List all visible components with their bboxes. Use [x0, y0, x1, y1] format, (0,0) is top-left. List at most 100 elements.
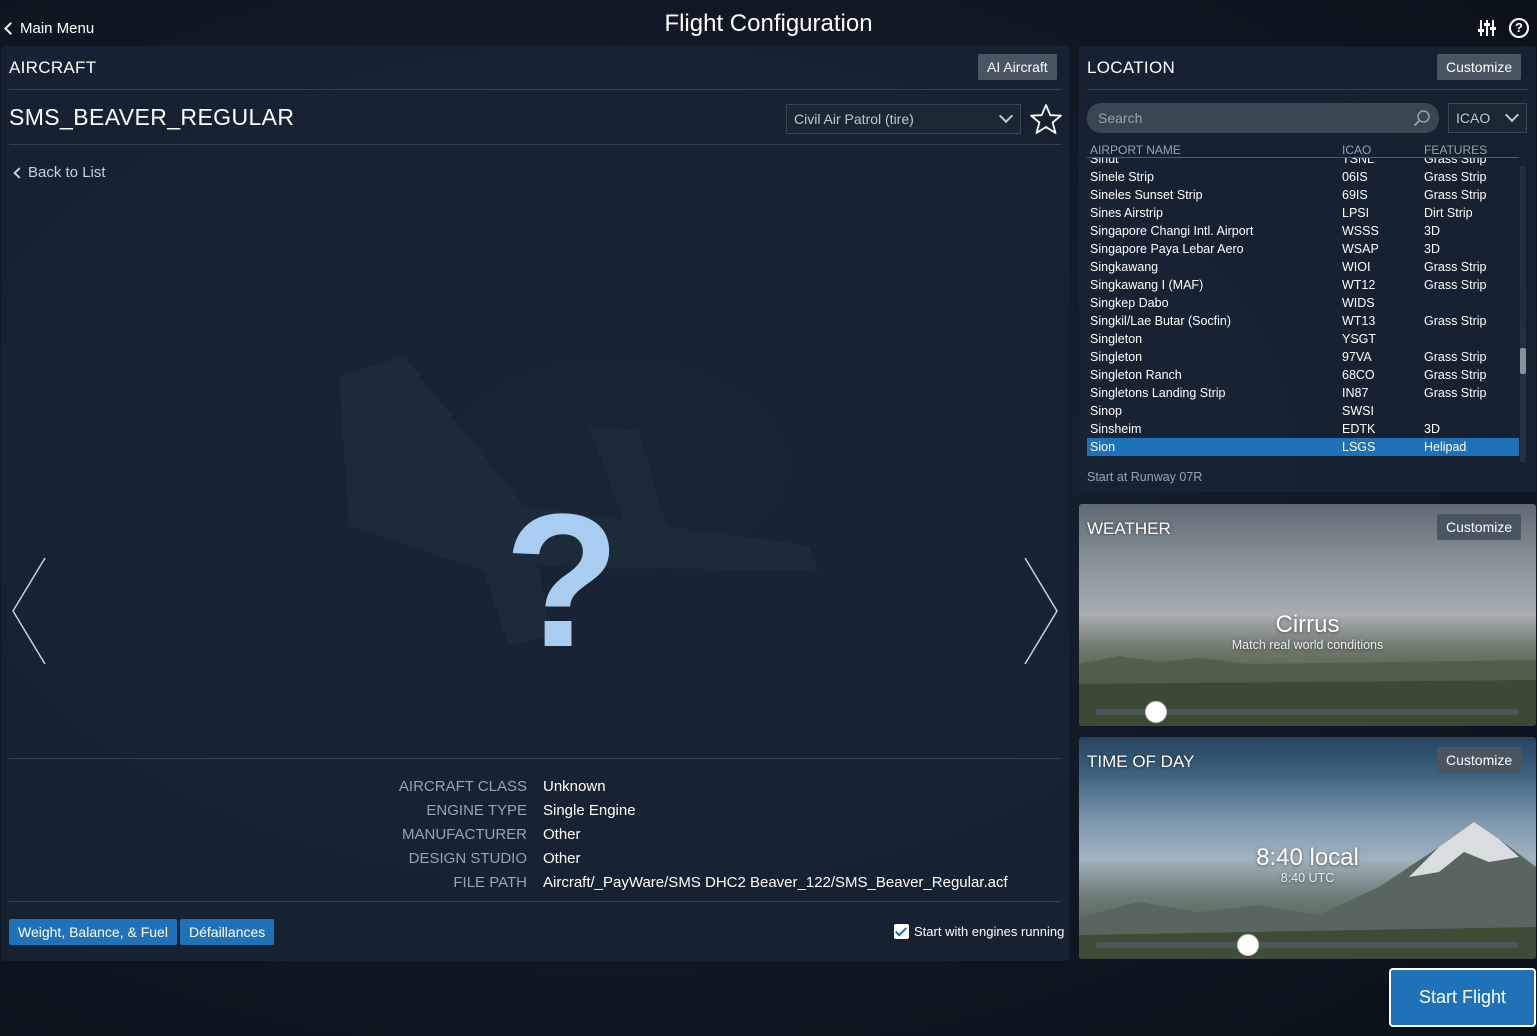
weather-customize-button[interactable]: Customize [1437, 514, 1522, 540]
search-icon[interactable] [1413, 109, 1431, 127]
airport-name-cell: Sinop [1090, 404, 1122, 418]
livery-value: Civil Air Patrol (tire) [794, 111, 914, 127]
airport-features-cell: Grass Strip [1424, 170, 1487, 184]
help-icon[interactable]: ? [1509, 18, 1529, 38]
weather-panel: WEATHER Customize Cirrus Match real worl… [1079, 504, 1536, 726]
airport-row[interactable]: Sinele Strip 06IS Grass Strip [1087, 168, 1519, 186]
airport-name-cell: Singletons Landing Strip [1090, 386, 1226, 400]
start-flight-button[interactable]: Start Flight [1389, 968, 1536, 1027]
aircraft-name: SMS_BEAVER_REGULAR [9, 104, 295, 130]
spec-row: DESIGN STUDIO Other [1, 850, 1069, 874]
column-header-features[interactable]: FEATURES [1424, 143, 1487, 157]
airport-icao-cell: LPSI [1342, 206, 1370, 220]
airport-list-scrollbar[interactable] [1520, 166, 1526, 462]
airport-features-cell: Grass Strip [1424, 350, 1487, 364]
favorite-star-icon[interactable] [1029, 103, 1063, 137]
airport-icao-cell: 69IS [1342, 188, 1368, 202]
airport-row[interactable]: Singkil/Lae Butar (Socfin) WT13 Grass Stri… [1087, 312, 1519, 330]
ai-aircraft-button[interactable]: AI Aircraft [978, 54, 1057, 80]
airport-icao-cell: WSAP [1342, 242, 1379, 256]
airport-row[interactable]: Singkawang WIOI Grass Strip [1087, 258, 1519, 276]
spec-value: Unknown [543, 778, 606, 795]
scrollbar-thumb[interactable] [1520, 348, 1526, 374]
livery-select[interactable]: Civil Air Patrol (tire) [786, 104, 1021, 134]
search-mode-select[interactable]: ICAO [1448, 103, 1527, 133]
airport-row[interactable]: Sinut TSNL Grass Strip [1087, 158, 1519, 168]
weather-header: WEATHER Customize [1079, 504, 1536, 550]
preview-placeholder: ? [504, 475, 621, 687]
airport-row[interactable]: Singletons Landing Strip IN87 Grass Strip [1087, 384, 1519, 402]
time-of-day-slider[interactable] [1095, 934, 1519, 956]
airport-row[interactable]: Singleton YSGT [1087, 330, 1519, 348]
airport-name-cell: Singleton [1090, 350, 1143, 364]
airport-row[interactable]: Sinsheim EDTK 3D [1087, 420, 1519, 438]
divider [9, 758, 1061, 759]
divider [9, 89, 1061, 90]
airport-row[interactable]: Sines Airstrip LPSI Dirt Strip [1087, 204, 1519, 222]
chevron-down-icon [1504, 107, 1520, 123]
airport-name-cell: Singkil/Lae Butar (Socfin) [1090, 314, 1232, 328]
spec-row: MANUFACTURER Other [1, 826, 1069, 850]
airport-name-cell: Sinut [1090, 158, 1119, 166]
location-section-title: LOCATION [1087, 58, 1176, 77]
airport-name-cell: Sinsheim [1090, 422, 1142, 436]
engines-running-checkbox[interactable] [894, 924, 909, 939]
page-title: Flight Configuration [664, 10, 873, 37]
failures-button[interactable]: Défaillances [180, 919, 275, 945]
airport-features-cell: Grass Strip [1424, 314, 1487, 328]
chevron-down-icon [998, 108, 1014, 124]
divider [9, 901, 1061, 902]
engines-running-toggle[interactable]: Start with engines running [894, 924, 1064, 939]
time-of-day-customize-button[interactable]: Customize [1437, 747, 1522, 773]
airport-features-cell: 3D [1424, 242, 1440, 256]
time-of-day-slider-knob[interactable] [1236, 934, 1259, 956]
back-to-list-label: Back to List [28, 164, 106, 181]
weather-slider[interactable] [1095, 701, 1519, 723]
airport-features-cell: Grass Strip [1424, 260, 1487, 274]
airport-row[interactable]: Sinop SWSI [1087, 402, 1519, 420]
spec-label: AIRCRAFT CLASS [398, 778, 527, 795]
spec-label: FILE PATH [453, 874, 527, 891]
airport-row[interactable]: Singleton 97VA Grass Strip [1087, 348, 1519, 366]
mountain-graphic [1079, 822, 1536, 959]
spec-row: AIRCRAFT CLASS Unknown [1, 778, 1069, 802]
airport-row[interactable]: Singleton Ranch 68CO Grass Strip [1087, 366, 1519, 384]
next-aircraft-arrow-icon[interactable] [1021, 556, 1061, 666]
previous-aircraft-arrow-icon[interactable] [9, 556, 49, 666]
airport-row[interactable]: Singapore Paya Lebar Aero WSAP 3D [1087, 240, 1519, 258]
airport-name-cell: Singkawang [1090, 260, 1159, 274]
weather-subtitle: Match real world conditions [1231, 638, 1384, 652]
airport-name-cell: Sineles Sunset Strip [1090, 188, 1203, 202]
spec-row: ENGINE TYPE Single Engine [1, 802, 1069, 826]
airport-name-cell: Singapore Changi Intl. Airport [1090, 224, 1254, 238]
airport-name-cell: Singleton [1090, 332, 1143, 346]
airport-icao-cell: WIDS [1342, 296, 1375, 310]
airport-row[interactable]: Singkawang I (MAF) WT12 Grass Strip [1087, 276, 1519, 294]
spec-value: Other [543, 826, 581, 843]
top-bar: Main Menu Flight Configuration ? [0, 0, 1537, 46]
airport-name-cell: Sion [1090, 440, 1116, 454]
airport-list-body: Sinut TSNL Grass Strip Sinele Strip 06IS Gras… [1087, 158, 1519, 456]
location-customize-button[interactable]: Customize [1437, 54, 1522, 80]
airport-icao-cell: WT12 [1342, 278, 1376, 292]
back-to-list-button[interactable]: Back to List [13, 164, 106, 181]
weight-balance-fuel-button[interactable]: Weight, Balance, & Fuel [9, 919, 177, 945]
airport-features-cell: Grass Strip [1424, 368, 1487, 382]
airport-row[interactable]: Singapore Changi Intl. Airport WSSS 3D [1087, 222, 1519, 240]
airport-icao-cell: TSNL [1342, 158, 1374, 166]
aircraft-section-title: AIRCRAFT [9, 58, 97, 77]
airport-icao-cell: SWSI [1342, 404, 1374, 418]
aircraft-preview: ? [9, 186, 1061, 756]
airport-search-input[interactable]: Search [1087, 103, 1439, 133]
airport-icao-cell: 68CO [1342, 368, 1375, 382]
column-header-airport-name[interactable]: AIRPORT NAME [1090, 143, 1181, 157]
airport-icao-cell: EDTK [1342, 422, 1376, 436]
spec-value: Aircraft/_PayWare/SMS DHC2 Beaver_122/SM… [543, 874, 1008, 891]
start-runway-label[interactable]: Start at Runway 07R [1087, 470, 1202, 484]
column-header-icao[interactable]: ICAO [1342, 143, 1371, 157]
divider [9, 144, 1061, 145]
settings-sliders-icon[interactable] [1477, 18, 1497, 38]
airport-row[interactable]: Sineles Sunset Strip 69IS Grass Strip [1087, 186, 1519, 204]
airport-row[interactable]: Singkep Dabo WIDS [1087, 294, 1519, 312]
airport-row[interactable]: Sion LSGS Helipad [1087, 438, 1519, 456]
